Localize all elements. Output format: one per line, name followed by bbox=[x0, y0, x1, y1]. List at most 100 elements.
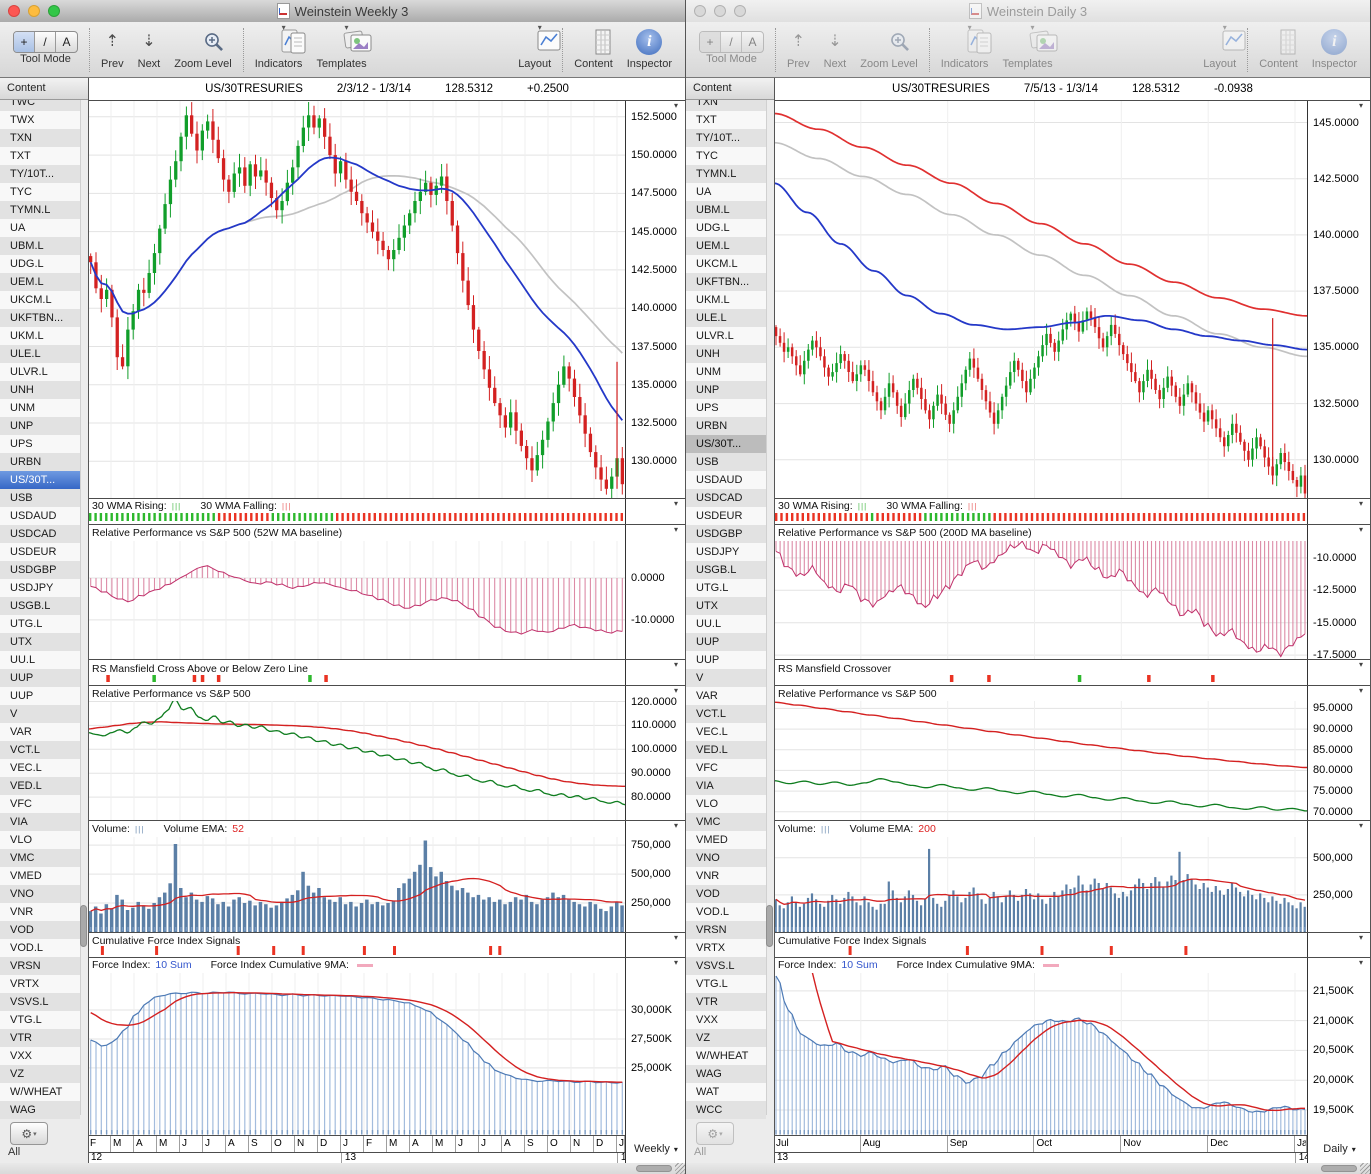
resize-grip-icon[interactable] bbox=[1360, 1163, 1370, 1174]
list-item[interactable]: UKFTBN... bbox=[0, 309, 80, 327]
list-item[interactable]: UKCM.L bbox=[686, 255, 766, 273]
list-item[interactable]: TXT bbox=[686, 111, 766, 129]
list-item[interactable]: UKCM.L bbox=[0, 291, 80, 309]
list-item[interactable]: VXX bbox=[686, 1011, 766, 1029]
relative-performance-baseline-pane[interactable] bbox=[88, 541, 625, 659]
list-item[interactable]: UEM.L bbox=[686, 237, 766, 255]
list-item[interactable]: UBM.L bbox=[686, 201, 766, 219]
pane-collapse-icon[interactable]: ▾ bbox=[674, 934, 678, 942]
pane-collapse-icon[interactable]: ▾ bbox=[1359, 500, 1363, 508]
periodicity-dropdown[interactable]: Daily ▾ bbox=[1307, 1135, 1370, 1163]
list-item[interactable]: UNP bbox=[686, 381, 766, 399]
list-item[interactable]: VOD.L bbox=[686, 903, 766, 921]
list-item[interactable]: UTG.L bbox=[0, 615, 80, 633]
pane-collapse-icon[interactable]: ▾ bbox=[674, 500, 678, 508]
list-item[interactable]: TWX bbox=[0, 111, 80, 129]
pane-collapse-icon[interactable]: ▾ bbox=[1359, 934, 1363, 942]
list-item[interactable]: TY/10T... bbox=[0, 165, 80, 183]
list-item[interactable]: VLO bbox=[686, 795, 766, 813]
list-item[interactable]: V bbox=[0, 705, 80, 723]
list-item[interactable]: UTX bbox=[686, 597, 766, 615]
list-item[interactable]: VOD bbox=[0, 921, 80, 939]
list-item[interactable]: USB bbox=[686, 453, 766, 471]
list-item[interactable]: VRTX bbox=[686, 939, 766, 957]
list-item[interactable]: VTR bbox=[686, 993, 766, 1011]
list-item[interactable]: VRSN bbox=[686, 921, 766, 939]
list-item[interactable]: VIA bbox=[686, 777, 766, 795]
list-item[interactable]: VMED bbox=[0, 867, 80, 885]
list-item[interactable]: TYC bbox=[686, 147, 766, 165]
list-item[interactable]: VAR bbox=[686, 687, 766, 705]
main-price-pane[interactable] bbox=[774, 100, 1307, 498]
resize-grip-icon[interactable] bbox=[675, 1163, 685, 1174]
list-item[interactable]: UKM.L bbox=[686, 291, 766, 309]
list-item[interactable]: VXX bbox=[0, 1047, 80, 1065]
list-item[interactable]: UUP bbox=[0, 687, 80, 705]
pane-collapse-icon[interactable]: ▾ bbox=[674, 661, 678, 669]
list-item[interactable]: VNO bbox=[686, 849, 766, 867]
list-item[interactable]: WCC bbox=[686, 1101, 766, 1119]
list-item[interactable]: US/30T... bbox=[0, 471, 80, 489]
list-item[interactable]: UU.L bbox=[686, 615, 766, 633]
periodicity-dropdown[interactable]: Weekly ▾ bbox=[625, 1135, 685, 1163]
pane-collapse-icon[interactable]: ▾ bbox=[674, 102, 678, 110]
list-item[interactable]: VRTX bbox=[0, 975, 80, 993]
force-index-pane[interactable] bbox=[774, 973, 1307, 1135]
pane-collapse-icon[interactable]: ▾ bbox=[674, 526, 678, 534]
list-item[interactable]: VTR bbox=[0, 1029, 80, 1047]
list-item[interactable]: VED.L bbox=[686, 741, 766, 759]
list-item[interactable]: USDJPY bbox=[0, 579, 80, 597]
list-item[interactable]: VNR bbox=[686, 867, 766, 885]
force-index-pane[interactable] bbox=[88, 973, 625, 1135]
list-item[interactable]: USDGBP bbox=[0, 561, 80, 579]
list-item[interactable]: VTG.L bbox=[686, 975, 766, 993]
volume-pane[interactable] bbox=[774, 837, 1307, 932]
pane-collapse-icon[interactable]: ▾ bbox=[1359, 687, 1363, 695]
list-item[interactable]: VOD bbox=[686, 885, 766, 903]
list-item[interactable]: TYMN.L bbox=[686, 165, 766, 183]
list-item[interactable]: UA bbox=[0, 219, 80, 237]
list-item[interactable]: ULVR.L bbox=[0, 363, 80, 381]
list-item[interactable]: VFC bbox=[0, 795, 80, 813]
list-item[interactable]: UKFTBN... bbox=[686, 273, 766, 291]
list-item[interactable]: VSVS.L bbox=[0, 993, 80, 1011]
list-item[interactable]: USDCAD bbox=[686, 489, 766, 507]
list-item[interactable]: V bbox=[686, 669, 766, 687]
list-item[interactable]: USGB.L bbox=[686, 561, 766, 579]
list-item[interactable]: UA bbox=[686, 183, 766, 201]
sidebar-scrollbar-track[interactable] bbox=[766, 100, 774, 1115]
list-item[interactable]: UKM.L bbox=[0, 327, 80, 345]
list-item[interactable]: UNM bbox=[0, 399, 80, 417]
relative-performance-pane[interactable] bbox=[774, 701, 1307, 820]
list-item[interactable]: USDEUR bbox=[686, 507, 766, 525]
list-item[interactable]: TXN bbox=[686, 100, 766, 111]
list-item[interactable]: VNR bbox=[0, 903, 80, 921]
list-item[interactable]: VTG.L bbox=[0, 1011, 80, 1029]
pane-collapse-icon[interactable]: ▾ bbox=[1359, 822, 1363, 830]
list-item[interactable]: TY/10T... bbox=[686, 129, 766, 147]
list-item[interactable]: USDAUD bbox=[686, 471, 766, 489]
list-item[interactable]: VEC.L bbox=[686, 723, 766, 741]
list-item[interactable]: WAG bbox=[0, 1101, 80, 1119]
list-item[interactable]: VSVS.L bbox=[686, 957, 766, 975]
list-item[interactable]: VEC.L bbox=[0, 759, 80, 777]
horizontal-scrollbar[interactable] bbox=[686, 1163, 1370, 1174]
list-item[interactable]: UNH bbox=[686, 345, 766, 363]
gear-menu-button[interactable]: ⚙ ▾ bbox=[696, 1122, 734, 1145]
list-item[interactable]: URBN bbox=[0, 453, 80, 471]
list-item[interactable]: VIA bbox=[0, 813, 80, 831]
list-item[interactable]: W/WHEAT bbox=[0, 1083, 80, 1101]
list-item[interactable]: VAR bbox=[0, 723, 80, 741]
list-item[interactable]: USB bbox=[0, 489, 80, 507]
list-item[interactable]: USDGBP bbox=[686, 525, 766, 543]
list-item[interactable]: UUP bbox=[0, 669, 80, 687]
list-item[interactable]: VOD.L bbox=[0, 939, 80, 957]
list-item[interactable]: VMC bbox=[0, 849, 80, 867]
list-item[interactable]: ULE.L bbox=[0, 345, 80, 363]
list-item[interactable]: VZ bbox=[0, 1065, 80, 1083]
gear-menu-button[interactable]: ⚙ ▾ bbox=[10, 1122, 48, 1145]
list-item[interactable]: USDCAD bbox=[0, 525, 80, 543]
list-item[interactable]: VCT.L bbox=[0, 741, 80, 759]
list-item[interactable]: UTG.L bbox=[686, 579, 766, 597]
sidebar-scrollbar-track[interactable] bbox=[80, 100, 88, 1115]
